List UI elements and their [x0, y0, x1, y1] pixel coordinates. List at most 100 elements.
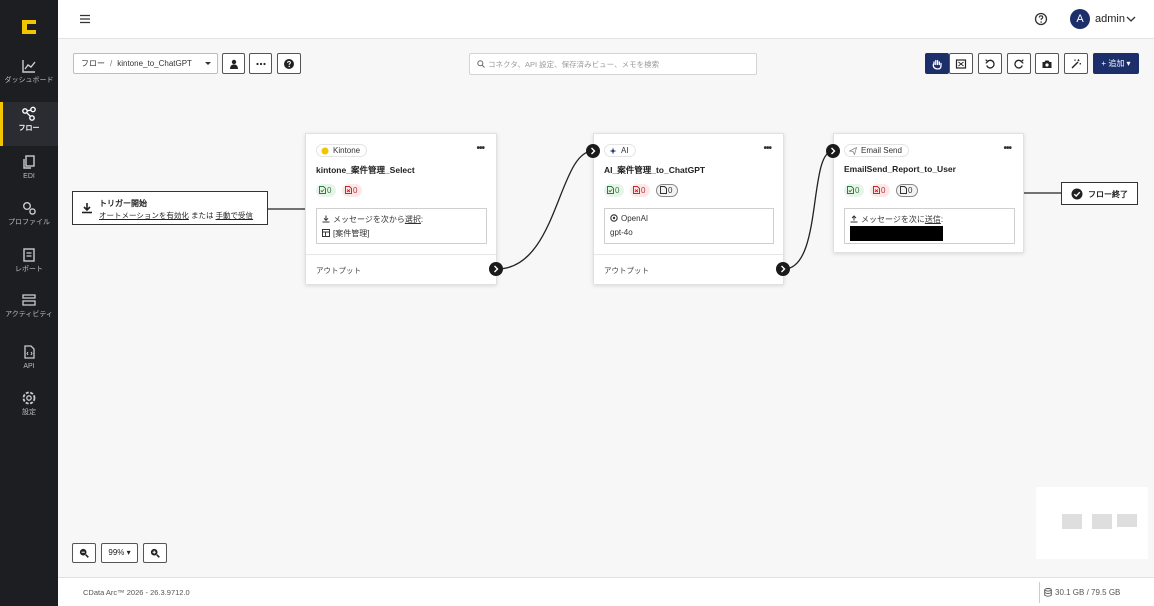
connector-tag-label: AI: [621, 146, 629, 155]
hand-icon: [932, 59, 942, 69]
select-link[interactable]: 選択: [405, 215, 421, 224]
screenshot-button[interactable]: [1035, 53, 1059, 74]
send-link[interactable]: 送信: [925, 215, 941, 224]
minimap-node: [1092, 514, 1112, 529]
error-count: 0: [352, 186, 358, 195]
nav-item-edi[interactable]: EDI: [0, 150, 58, 194]
help-circle-icon[interactable]: [1034, 12, 1048, 26]
side-nav: ダッシュボード フロー EDI プロファイル レポート アクティビティ API …: [0, 0, 58, 606]
input-port-ai[interactable]: [586, 144, 600, 158]
pending-count: 0: [907, 186, 913, 195]
file-check-icon: [847, 186, 854, 194]
node-config-box[interactable]: メッセージを次に送信:: [844, 208, 1015, 244]
nav-item-report[interactable]: レポート: [0, 243, 58, 287]
hamburger-menu-icon[interactable]: [80, 14, 90, 24]
zoom-level-select[interactable]: 99% ▾: [101, 543, 138, 563]
search-box[interactable]: [469, 53, 757, 75]
user-avatar[interactable]: A: [1070, 9, 1090, 29]
output-port-kintone[interactable]: [489, 262, 503, 276]
pan-mode-button[interactable]: [925, 53, 949, 74]
caret-down-icon: [205, 62, 211, 65]
flow-node-ai[interactable]: AI ••• AI_案件管理_to_ChatGPT 0 0 0 OpenAI g…: [593, 133, 784, 285]
breadcrumb-root[interactable]: フロー: [81, 59, 105, 68]
nav-label: プロファイル: [8, 219, 50, 226]
auto-layout-button[interactable]: [1064, 53, 1088, 74]
nav-item-flow[interactable]: フロー: [0, 102, 58, 146]
file-error-icon: [344, 186, 352, 194]
zoom-out-button[interactable]: [72, 543, 96, 563]
select-mode-button[interactable]: [949, 53, 973, 74]
trigger-start-node[interactable]: トリガー開始 オートメーションを有効化 または 手動で受信: [72, 191, 268, 225]
error-count-badge[interactable]: 0: [629, 184, 651, 197]
ellipsis-icon: [255, 62, 266, 65]
connector-tag-label: Kintone: [333, 146, 361, 155]
api-file-icon: [24, 345, 35, 359]
kintone-icon: [321, 147, 329, 155]
magic-wand-icon: [1071, 58, 1081, 68]
minimap-node: [1062, 514, 1082, 529]
config-prefix: メッセージを次から: [333, 215, 405, 224]
camera-icon: [1042, 60, 1052, 68]
chevron-down-icon[interactable]: [1126, 14, 1136, 24]
flow-minimap[interactable]: [1036, 487, 1148, 559]
cdata-logo-icon[interactable]: [19, 17, 39, 37]
error-count: 0: [880, 186, 886, 195]
undo-button[interactable]: [978, 53, 1002, 74]
error-count-badge[interactable]: 0: [869, 184, 891, 197]
nav-item-activity[interactable]: アクティビティ: [0, 288, 58, 332]
file-check-icon: [319, 186, 326, 194]
flow-connectors: [268, 150, 1061, 270]
node-title: kintone_案件管理_Select: [316, 165, 415, 175]
success-count-badge[interactable]: 0: [604, 184, 625, 197]
error-count: 0: [640, 186, 646, 195]
config-row-provider: OpenAI: [610, 214, 648, 223]
nav-label: レポート: [15, 266, 43, 273]
flow-name: kintone_to_ChatGPT: [117, 59, 192, 68]
flow-node-kintone[interactable]: Kintone ••• kintone_案件管理_Select 0 0 メッセー…: [305, 133, 497, 285]
node-more-button[interactable]: •••: [1003, 144, 1011, 154]
success-count-badge[interactable]: 0: [316, 184, 337, 197]
database-icon: [1044, 588, 1052, 597]
flow-canvas[interactable]: フロー / kintone_to_ChatGPT + 追加 ▾: [58, 39, 1154, 577]
user-name[interactable]: admin: [1095, 13, 1125, 25]
file-icon: [659, 186, 667, 194]
add-button[interactable]: + 追加 ▾: [1093, 53, 1139, 74]
enable-automation-link[interactable]: オートメーションを有効化: [99, 211, 189, 220]
nav-item-settings[interactable]: 設定: [0, 386, 58, 430]
nav-item-profile[interactable]: プロファイル: [0, 196, 58, 240]
more-options-button[interactable]: [249, 53, 272, 74]
node-more-button[interactable]: •••: [763, 144, 771, 154]
config-suffix: :: [940, 215, 944, 224]
output-label: アウトプット: [604, 266, 649, 275]
report-icon: [23, 248, 35, 262]
node-config-box[interactable]: メッセージを次から選択: [案件管理]: [316, 208, 487, 244]
pending-count-badge[interactable]: 0: [655, 184, 679, 197]
chart-line-icon: [22, 60, 36, 73]
help-button[interactable]: [277, 53, 301, 74]
flow-breadcrumb-select[interactable]: フロー / kintone_to_ChatGPT: [73, 53, 218, 74]
node-config-box[interactable]: OpenAI gpt-4o: [604, 208, 774, 244]
flow-node-email-send[interactable]: Email Send ••• EmailSend_Report_to_User …: [833, 133, 1024, 253]
node-more-button[interactable]: •••: [476, 144, 484, 154]
flow-end-node[interactable]: フロー終了: [1061, 182, 1138, 205]
settings-icon: [22, 391, 36, 405]
input-port-email-send[interactable]: [826, 144, 840, 158]
error-count-badge[interactable]: 0: [341, 184, 363, 197]
search-input[interactable]: [488, 56, 750, 72]
output-port-ai[interactable]: [776, 262, 790, 276]
redo-button[interactable]: [1007, 53, 1031, 74]
pending-count-badge[interactable]: 0: [895, 184, 919, 197]
trigger-title: トリガー開始: [99, 199, 147, 208]
nav-item-dashboard[interactable]: ダッシュボード: [0, 54, 58, 98]
minimap-node: [1117, 514, 1137, 527]
chevron-right-icon: [591, 147, 596, 155]
success-count-badge[interactable]: 0: [844, 184, 865, 197]
zoom-in-button[interactable]: [143, 543, 167, 563]
manual-receive-link[interactable]: 手動で受信: [216, 211, 254, 220]
success-count: 0: [327, 186, 332, 195]
version-text: CData Arc™ 2026 - 26.3.9712.0: [83, 588, 190, 597]
user-button[interactable]: [222, 53, 245, 74]
config-row-model: gpt-4o: [610, 228, 633, 237]
nav-label: 設定: [22, 409, 36, 416]
nav-item-api[interactable]: API: [0, 340, 58, 384]
